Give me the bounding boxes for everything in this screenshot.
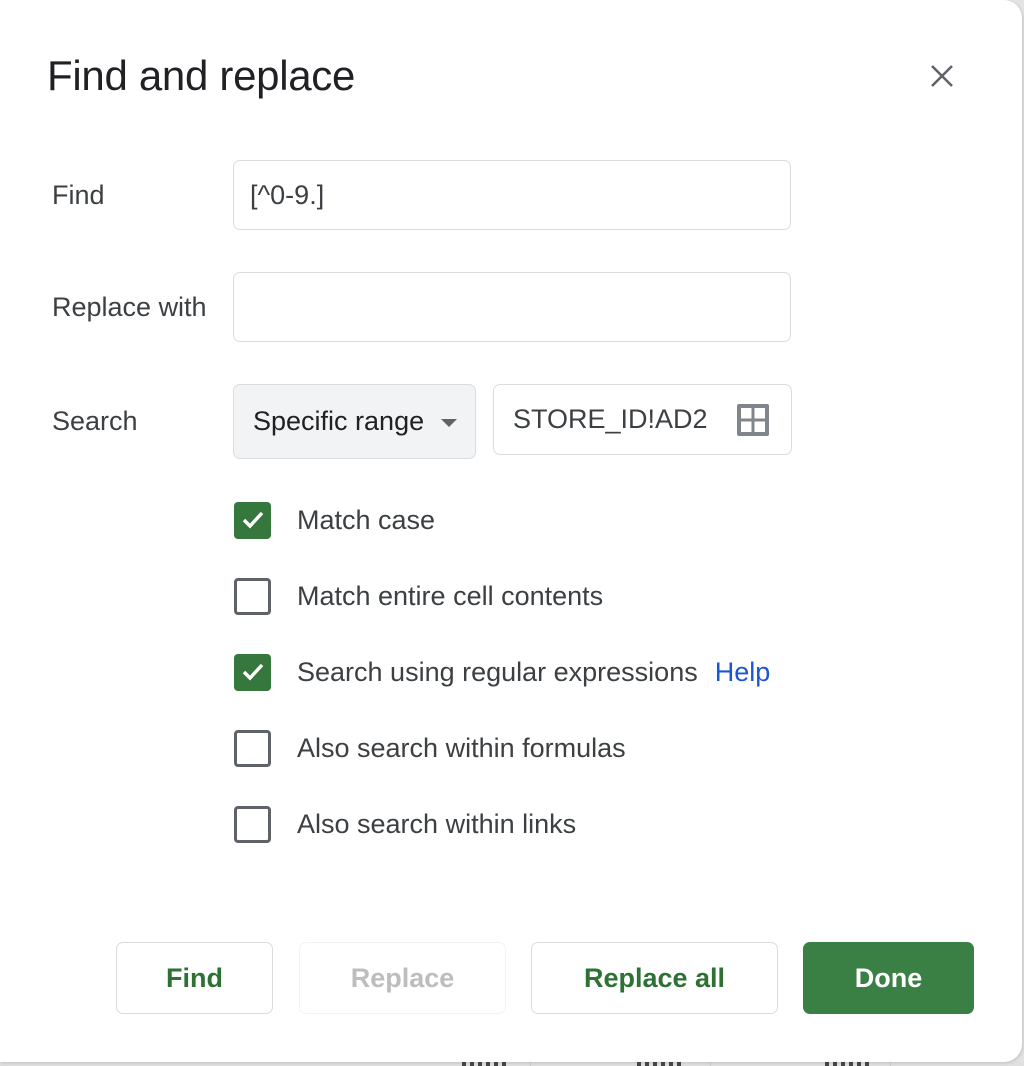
option-regex[interactable]: Search using regular expressions Help <box>234 652 770 692</box>
search-links-checkbox[interactable] <box>234 805 271 843</box>
option-search-links[interactable]: Also search within links <box>234 804 576 844</box>
match-case-checkbox[interactable] <box>234 501 271 539</box>
find-replace-dialog: Find and replace Find [^0-9.] Replace wi… <box>0 0 1022 1062</box>
option-match-case[interactable]: Match case <box>234 500 435 540</box>
option-match-entire-cell[interactable]: Match entire cell contents <box>234 576 603 616</box>
close-button[interactable] <box>922 56 962 96</box>
find-button[interactable]: Find <box>116 942 273 1014</box>
dialog-title: Find and replace <box>47 52 356 99</box>
regex-checkbox[interactable] <box>234 653 271 691</box>
replace-all-button[interactable]: Replace all <box>531 942 778 1014</box>
replace-with-label: Replace with <box>52 292 207 322</box>
range-value: STORE_ID!AD2 <box>513 404 708 434</box>
range-input[interactable]: STORE_ID!AD2 <box>493 384 792 455</box>
search-label: Search <box>52 406 138 436</box>
option-search-formulas[interactable]: Also search within formulas <box>234 728 626 768</box>
chevron-down-icon <box>441 419 457 427</box>
replace-button[interactable]: Replace <box>299 942 506 1014</box>
regex-label: Search using regular expressions <box>297 656 698 687</box>
grid-select-icon[interactable] <box>736 403 770 437</box>
checkmark-icon <box>242 663 263 681</box>
checkmark-icon <box>242 511 263 529</box>
match-entire-cell-checkbox[interactable] <box>234 577 271 615</box>
find-input[interactable]: [^0-9.] <box>233 160 791 230</box>
close-icon <box>931 65 953 87</box>
search-scope-value: Specific range <box>253 406 425 436</box>
background-sheet-strip <box>0 1056 1024 1066</box>
search-links-label: Also search within links <box>297 808 577 839</box>
search-formulas-label: Also search within formulas <box>297 732 626 763</box>
match-case-label: Match case <box>297 504 436 535</box>
help-link[interactable]: Help <box>715 657 771 688</box>
search-formulas-checkbox[interactable] <box>234 729 271 767</box>
replace-with-input[interactable] <box>233 272 791 342</box>
search-scope-dropdown[interactable]: Specific range <box>233 384 476 459</box>
find-label: Find <box>52 180 105 210</box>
match-entire-cell-label: Match entire cell contents <box>297 580 604 611</box>
done-button[interactable]: Done <box>803 942 974 1014</box>
